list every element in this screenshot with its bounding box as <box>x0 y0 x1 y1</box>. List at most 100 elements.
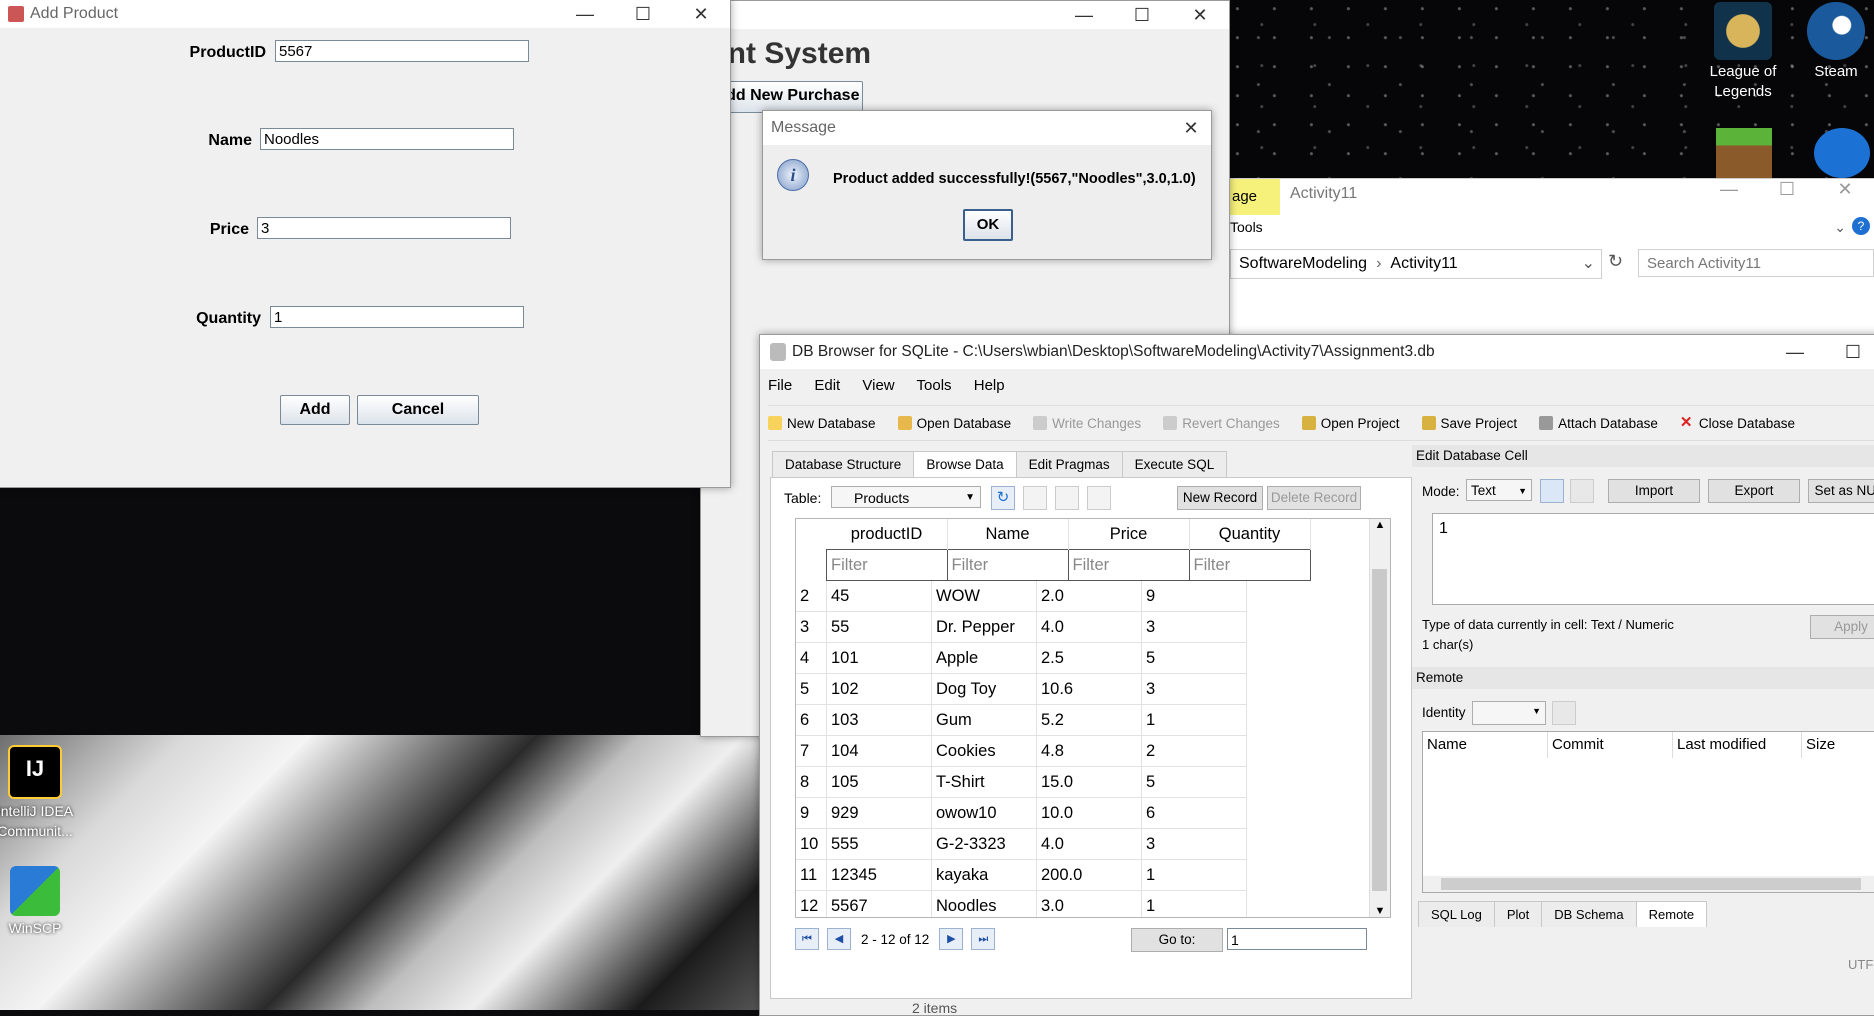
breadcrumb-item[interactable]: Activity11 <box>1390 250 1457 278</box>
table-cell[interactable]: 2 <box>1141 735 1247 767</box>
revert-changes-button[interactable]: Revert Changes <box>1163 416 1280 431</box>
table-row[interactable]: 12 5567 Noodles 3.0 1 <box>796 890 1247 917</box>
tab-sql-log[interactable]: SQL Log <box>1418 901 1495 927</box>
write-changes-button[interactable]: Write Changes <box>1033 416 1141 431</box>
chevron-down-icon[interactable]: ▼ <box>1370 905 1390 917</box>
table-row[interactable]: 11 12345 kayaka 200.0 1 <box>796 859 1247 891</box>
add-purchase-button[interactable]: Add New Purchase <box>711 81 863 113</box>
table-cell[interactable]: 1 <box>1141 890 1247 917</box>
table-cell[interactable]: 15.0 <box>1036 766 1142 798</box>
table-cell[interactable]: Apple <box>931 642 1037 674</box>
table-cell[interactable]: owow10 <box>931 797 1037 829</box>
goto-input[interactable]: 1 <box>1227 928 1367 950</box>
menu-view[interactable]: View <box>862 377 894 394</box>
last-page-icon[interactable]: ⏭ <box>971 928 996 950</box>
table-row[interactable]: 8 105 T-Shirt 15.0 5 <box>796 766 1247 798</box>
explorer-tab-tools[interactable]: Tools <box>1230 219 1263 235</box>
save-table-icon[interactable] <box>1055 486 1079 510</box>
desktop-icon-league[interactable]: League of Legends <box>1688 2 1798 102</box>
table-cell[interactable]: Gum <box>931 704 1037 736</box>
table-cell[interactable]: 3 <box>1141 673 1247 705</box>
table-cell[interactable]: Noodles <box>931 890 1037 917</box>
table-cell[interactable]: 55 <box>826 611 932 643</box>
table-cell[interactable]: 105 <box>826 766 932 798</box>
tab-edit-pragmas[interactable]: Edit Pragmas <box>1015 451 1123 477</box>
remote-column-header[interactable]: Name <box>1423 732 1548 758</box>
goto-button[interactable]: Go to: <box>1131 928 1223 952</box>
scrollbar-thumb[interactable] <box>1441 878 1861 890</box>
filter-input[interactable]: Filter <box>1188 549 1311 581</box>
productid-field[interactable]: 5567 <box>275 40 529 62</box>
table-cell[interactable]: 1 <box>1141 859 1247 891</box>
desktop-icon-steam[interactable]: Steam <box>1786 2 1874 82</box>
table-cell[interactable]: 10.6 <box>1036 673 1142 705</box>
table-cell[interactable]: 2.0 <box>1036 581 1142 612</box>
refresh-identity-icon[interactable] <box>1552 701 1576 725</box>
filter-input[interactable]: Filter <box>1067 549 1190 581</box>
refresh-icon[interactable]: ↻ <box>991 486 1015 510</box>
table-cell[interactable]: 3 <box>1141 611 1247 643</box>
table-row[interactable]: 3 55 Dr. Pepper 4.0 3 <box>796 611 1247 643</box>
column-header[interactable]: Price <box>1068 519 1190 550</box>
close-button[interactable]: ✕ <box>1171 118 1211 139</box>
tab-plot[interactable]: Plot <box>1493 901 1543 927</box>
minimize-button[interactable]: — <box>1055 5 1113 26</box>
minimize-button[interactable]: — <box>556 4 614 25</box>
tab-execute-sql[interactable]: Execute SQL <box>1121 451 1228 477</box>
breadcrumb-item[interactable]: SoftwareModeling <box>1231 250 1367 278</box>
table-cell[interactable]: 5 <box>1141 642 1247 674</box>
table-cell[interactable]: 200.0 <box>1036 859 1142 891</box>
import-button[interactable]: Import <box>1608 479 1700 503</box>
table-cell[interactable]: 12345 <box>826 859 932 891</box>
table-row[interactable]: 2 45 WOW 2.0 9 <box>796 581 1247 612</box>
apply-button[interactable]: Apply <box>1810 615 1874 639</box>
scrollbar-thumb[interactable] <box>1372 569 1387 891</box>
table-cell[interactable]: 103 <box>826 704 932 736</box>
previous-page-icon[interactable]: ◀ <box>827 928 851 950</box>
cell-editor[interactable]: 1 <box>1432 513 1874 605</box>
menu-help[interactable]: Help <box>974 377 1005 394</box>
vertical-scrollbar[interactable]: ▲ ▼ <box>1369 519 1390 917</box>
filter-input[interactable]: Filter <box>946 549 1069 581</box>
table-cell[interactable]: kayaka <box>931 859 1037 891</box>
minimize-button[interactable]: — <box>1766 342 1824 363</box>
table-cell[interactable]: 5567 <box>826 890 932 917</box>
table-row[interactable]: 7 104 Cookies 4.8 2 <box>796 735 1247 767</box>
column-header[interactable]: Name <box>947 519 1069 550</box>
table-cell[interactable]: 104 <box>826 735 932 767</box>
maximize-button[interactable]: ☐ <box>1758 179 1816 200</box>
remote-column-header[interactable]: Size <box>1802 732 1874 758</box>
mode-select[interactable]: Text ▼ <box>1466 479 1532 501</box>
table-row[interactable]: 10 555 G-2-3323 4.0 3 <box>796 828 1247 860</box>
maximize-button[interactable]: ☐ <box>1824 342 1874 363</box>
table-cell[interactable]: Dr. Pepper <box>931 611 1037 643</box>
table-cell[interactable]: T-Shirt <box>931 766 1037 798</box>
open-project-button[interactable]: Open Project <box>1301 416 1400 431</box>
table-row[interactable]: 5 102 Dog Toy 10.6 3 <box>796 673 1247 705</box>
table-cell[interactable]: 102 <box>826 673 932 705</box>
save-project-button[interactable]: Save Project <box>1421 416 1517 431</box>
table-cell[interactable]: 5.2 <box>1036 704 1142 736</box>
desktop-icon-intellij[interactable]: IJ IntelliJ IDEA Communit... <box>0 745 90 841</box>
menu-tools[interactable]: Tools <box>917 377 952 394</box>
table-cell[interactable]: WOW <box>931 581 1037 612</box>
chevron-up-icon[interactable]: ▲ <box>1370 519 1390 531</box>
clear-filters-icon[interactable] <box>1023 486 1047 510</box>
remote-column-header[interactable]: Last modified <box>1673 732 1802 758</box>
attach-database-button[interactable]: Attach Database <box>1539 416 1658 431</box>
word-wrap-icon[interactable] <box>1570 479 1594 503</box>
print-icon[interactable] <box>1087 486 1111 510</box>
chevron-down-icon[interactable]: ⌄ <box>1834 219 1846 236</box>
add-button[interactable]: Add <box>280 395 350 425</box>
table-cell[interactable]: 2.5 <box>1036 642 1142 674</box>
table-cell[interactable]: 6 <box>1141 797 1247 829</box>
table-row[interactable]: 9 929 owow10 10.0 6 <box>796 797 1247 829</box>
table-cell[interactable]: G-2-3323 <box>931 828 1037 860</box>
table-cell[interactable]: 4.0 <box>1036 828 1142 860</box>
auto-format-icon[interactable] <box>1540 479 1564 503</box>
table-cell[interactable]: 4.0 <box>1036 611 1142 643</box>
breadcrumb[interactable]: SoftwareModeling › Activity11 ⌄ <box>1230 249 1602 279</box>
new-database-button[interactable]: New Database <box>768 416 876 431</box>
table-select[interactable]: Products ▼ <box>831 486 981 508</box>
price-field[interactable]: 3 <box>257 217 511 239</box>
